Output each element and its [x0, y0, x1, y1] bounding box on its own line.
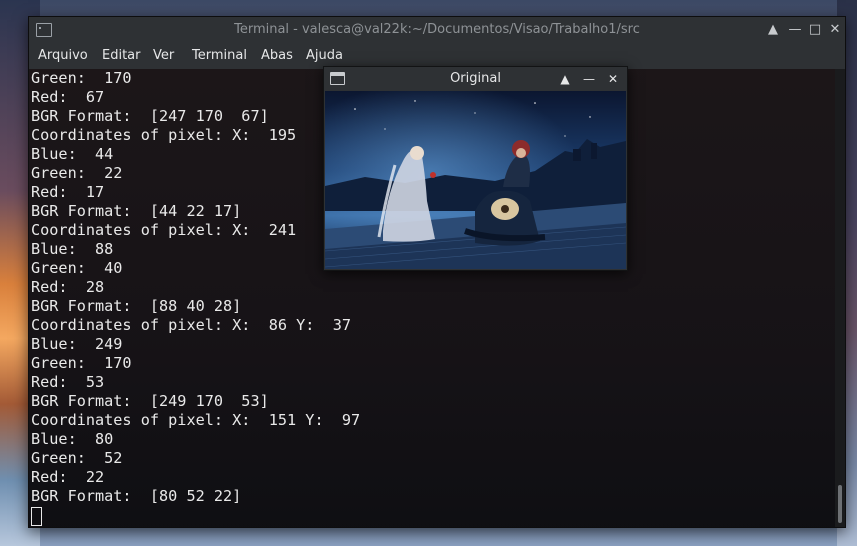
- output-line: Green: 40: [31, 259, 123, 277]
- terminal-titlebar[interactable]: Terminal - valesca@val22k:~/Documentos/V…: [29, 17, 845, 43]
- terminal-output: Green: 170 Red: 67 BGR Format: [247 170 67…: [31, 69, 360, 506]
- image-window[interactable]: Original ▲ — ✕: [323, 66, 628, 271]
- menu-ajuda[interactable]: Ajuda: [306, 48, 343, 63]
- output-line: Blue: 249: [31, 335, 123, 353]
- output-line: Blue: 88: [31, 240, 114, 258]
- menu-arquivo[interactable]: Arquivo: [38, 48, 88, 63]
- output-line: BGR Format: [247 170 67]: [31, 107, 269, 125]
- output-line: Blue: 44: [31, 145, 114, 163]
- minimize-button[interactable]: —: [785, 20, 805, 40]
- night-rooftop-illustration: [325, 91, 626, 269]
- output-line: Red: 22: [31, 468, 105, 486]
- shade-button[interactable]: ▲: [763, 20, 783, 40]
- image-shade-button[interactable]: ▲: [556, 69, 574, 89]
- image-minimize-button[interactable]: —: [580, 69, 598, 89]
- output-line: Red: 17: [31, 183, 105, 201]
- maximize-button[interactable]: □: [805, 20, 825, 40]
- scrollbar-thumb[interactable]: [838, 485, 842, 523]
- menu-ver[interactable]: Ver: [153, 48, 174, 63]
- menu-abas[interactable]: Abas: [261, 48, 293, 63]
- output-line: Coordinates of pixel: X: 86 Y: 37: [31, 316, 352, 334]
- output-line: Red: 53: [31, 373, 105, 391]
- output-line: Green: 170: [31, 69, 132, 87]
- output-line: Green: 52: [31, 449, 123, 467]
- output-line: Coordinates of pixel: X: 195: [31, 126, 297, 144]
- output-line: Blue: 80: [31, 430, 114, 448]
- output-line: Green: 170: [31, 354, 132, 372]
- image-close-button[interactable]: ✕: [604, 69, 622, 89]
- text-cursor: [31, 507, 42, 526]
- output-line: BGR Format: [80 52 22]: [31, 487, 242, 505]
- displayed-image[interactable]: [325, 91, 626, 269]
- menu-terminal[interactable]: Terminal: [192, 48, 247, 63]
- output-line: Coordinates of pixel: X: 241: [31, 221, 297, 239]
- image-window-titlebar[interactable]: Original ▲ — ✕: [324, 67, 627, 91]
- menu-editar[interactable]: Editar: [102, 48, 141, 63]
- output-line: Red: 67: [31, 88, 105, 106]
- output-line: BGR Format: [44 22 17]: [31, 202, 242, 220]
- output-line: Green: 22: [31, 164, 123, 182]
- close-button[interactable]: ✕: [825, 20, 845, 40]
- output-line: Red: 28: [31, 278, 105, 296]
- output-line: BGR Format: [249 170 53]: [31, 392, 269, 410]
- output-line: Coordinates of pixel: X: 151 Y: 97: [31, 411, 361, 429]
- output-line: BGR Format: [88 40 28]: [31, 297, 242, 315]
- terminal-title: Terminal - valesca@val22k:~/Documentos/V…: [234, 22, 640, 37]
- terminal-scrollbar[interactable]: [835, 69, 845, 527]
